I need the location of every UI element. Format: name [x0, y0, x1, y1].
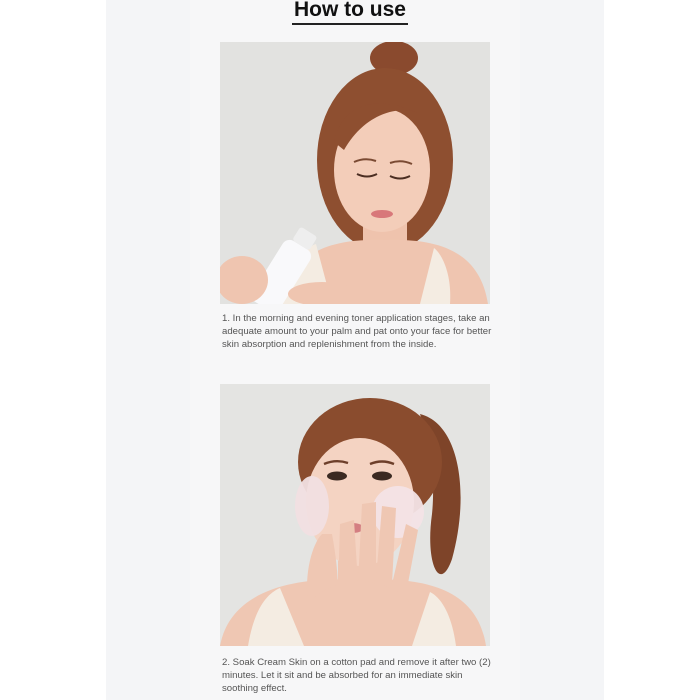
step-1-photo: [220, 42, 490, 304]
step-2-photo: [220, 384, 490, 646]
section-heading-wrapper: How to use: [0, 0, 700, 25]
step-2-caption: 2. Soak Cream Skin on a cotton pad and r…: [222, 657, 491, 695]
step-1-caption: 1. In the morning and evening toner appl…: [222, 313, 492, 351]
section-heading: How to use: [291, 0, 408, 25]
